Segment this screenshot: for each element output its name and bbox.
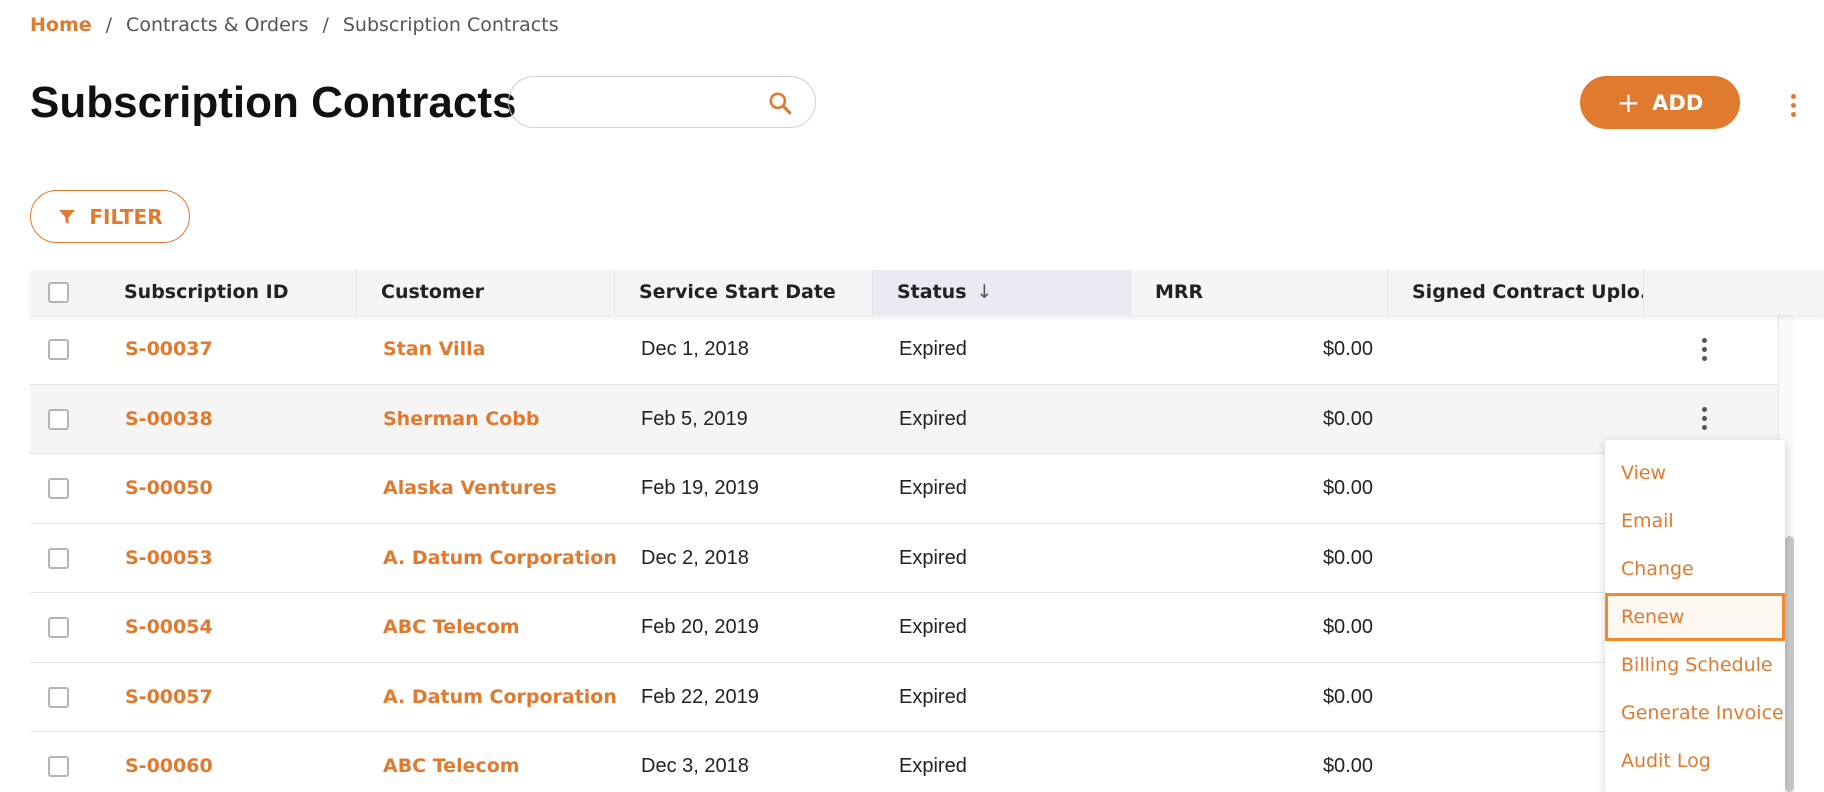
column-header-subscription-id[interactable]: Subscription ID [100,270,357,315]
row-checkbox[interactable] [48,756,69,777]
customer-link[interactable]: A. Datum Corporation [383,524,617,593]
status-text: Expired [899,616,967,638]
search-box [508,76,816,128]
row-checkbox[interactable] [48,339,69,360]
mrr-value: $0.00 [1322,477,1373,499]
row-checkbox[interactable] [48,617,69,638]
menu-item-billing-schedule[interactable]: Billing Schedule [1605,641,1785,689]
row-actions-icon[interactable] [1690,335,1718,363]
menu-item-renew[interactable]: Renew [1605,593,1785,641]
add-button[interactable]: + ADD [1580,76,1740,129]
service-start-date: Feb 20, 2019 [641,616,759,638]
status-text: Expired [899,546,967,569]
menu-item-email[interactable]: Email [1605,497,1785,545]
sort-descending-icon: ↓ [976,281,993,303]
status-text: Expired [899,685,967,708]
breadcrumb-separator: / [105,14,113,36]
mrr-value: $0.00 [1322,685,1373,708]
menu-item-generate-invoice[interactable]: Generate Invoice [1605,689,1785,737]
menu-item-view[interactable]: View [1605,449,1785,497]
breadcrumb-current-page: Subscription Contracts [342,14,559,36]
filter-button-label: FILTER [89,204,163,229]
column-header-signed-contract-upload[interactable]: Signed Contract Uplo... [1388,270,1644,315]
select-all-checkbox[interactable] [48,282,69,303]
service-start-date: Feb 19, 2019 [641,477,759,499]
row-actions-menu: View Email Change Renew Billing Schedule… [1605,440,1785,792]
status-text: Expired [899,407,967,430]
menu-item-audit-log[interactable]: Audit Log [1605,737,1785,785]
table-row[interactable]: S-00038 Sherman Cobb Feb 5, 2019 Expired… [30,384,1778,454]
mrr-value: $0.00 [1322,546,1373,569]
mrr-value: $0.00 [1322,616,1373,638]
add-button-label: ADD [1652,90,1704,115]
table-row[interactable]: S-00053 A. Datum Corporation Dec 2, 2018… [30,524,1778,593]
column-header-service-start-date[interactable]: Service Start Date [615,270,873,315]
subscription-id-link[interactable]: S-00037 [125,315,213,384]
table-row[interactable]: S-00060 ABC Telecom Dec 3, 2018 Expired … [30,732,1778,792]
table-body: S-00037 Stan Villa Dec 1, 2018 Expired $… [30,315,1778,792]
subscription-id-link[interactable]: S-00038 [125,385,213,454]
column-header-mrr[interactable]: MRR [1131,270,1388,315]
subscription-id-link[interactable]: S-00053 [125,524,213,593]
search-input[interactable] [529,77,769,127]
customer-link[interactable]: ABC Telecom [383,732,520,792]
breadcrumb: Home / Contracts & Orders / Subscription… [30,14,559,36]
breadcrumb-home-link[interactable]: Home [30,14,92,36]
mrr-value: $0.00 [1322,407,1373,430]
table-scrollbar-thumb[interactable] [1785,536,1794,792]
service-start-date: Dec 1, 2018 [641,338,749,360]
subscription-id-link[interactable]: S-00057 [125,663,213,732]
mrr-value: $0.00 [1322,755,1373,777]
mrr-value: $0.00 [1322,338,1373,360]
breadcrumb-separator: / [322,14,329,36]
table-row[interactable]: S-00037 Stan Villa Dec 1, 2018 Expired $… [30,315,1778,385]
table-row[interactable]: S-00054 ABC Telecom Feb 20, 2019 Expired… [30,593,1778,663]
column-header-customer[interactable]: Customer [357,270,615,315]
status-text: Expired [899,338,967,360]
table-row[interactable]: S-00050 Alaska Ventures Feb 19, 2019 Exp… [30,454,1778,524]
customer-link[interactable]: ABC Telecom [383,593,520,662]
service-start-date: Feb 22, 2019 [641,685,759,708]
menu-item-change[interactable]: Change [1605,545,1785,593]
plus-icon: + [1616,85,1641,119]
row-actions-icon[interactable] [1690,405,1718,433]
funnel-icon [59,209,76,224]
column-header-status[interactable]: Status ↓ [873,270,1131,315]
service-start-date: Feb 5, 2019 [641,407,748,430]
filter-button[interactable]: FILTER [30,190,190,243]
row-checkbox[interactable] [48,408,69,430]
row-checkbox[interactable] [48,686,69,708]
row-checkbox[interactable] [48,547,69,569]
status-text: Expired [899,755,967,777]
subscription-id-link[interactable]: S-00054 [125,593,213,662]
subscription-table: Subscription ID Customer Service Start D… [30,270,1824,792]
table-header: Subscription ID Customer Service Start D… [30,270,1824,315]
page-title: Subscription Contracts [30,78,517,127]
table-row[interactable]: S-00057 A. Datum Corporation Feb 22, 201… [30,663,1778,732]
service-start-date: Dec 2, 2018 [641,546,749,569]
customer-link[interactable]: A. Datum Corporation [383,663,617,732]
breadcrumb-contracts-orders-link[interactable]: Contracts & Orders [126,14,308,36]
row-checkbox[interactable] [48,478,69,499]
customer-link[interactable]: Stan Villa [383,315,485,384]
subscription-id-link[interactable]: S-00060 [125,732,213,792]
customer-link[interactable]: Alaska Ventures [383,454,557,523]
status-text: Expired [899,477,967,499]
search-icon[interactable] [767,90,793,116]
customer-link[interactable]: Sherman Cobb [383,385,539,454]
service-start-date: Dec 3, 2018 [641,755,749,777]
page-more-menu-icon[interactable] [1779,91,1807,119]
subscription-id-link[interactable]: S-00050 [125,454,213,523]
